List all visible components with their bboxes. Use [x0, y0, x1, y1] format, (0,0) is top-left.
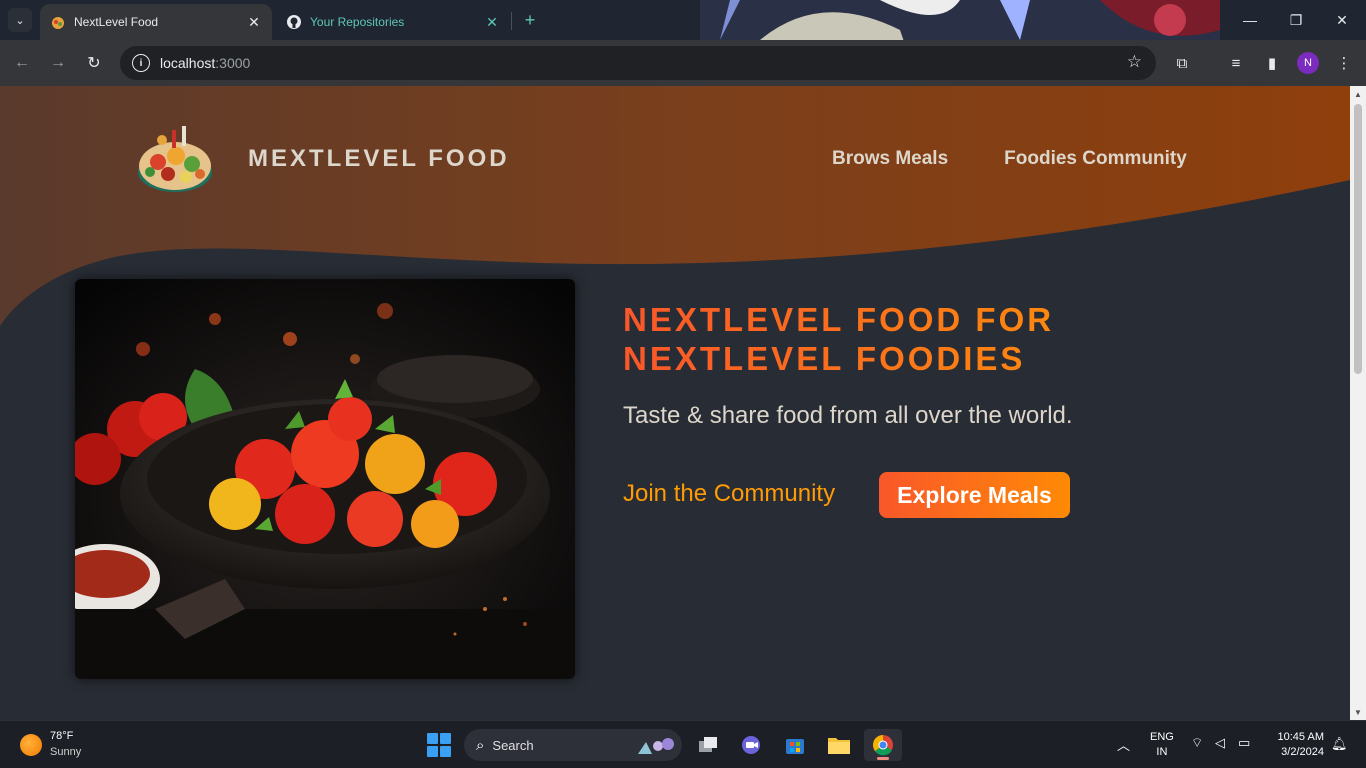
scroll-down-arrow-icon[interactable]: ▼	[1350, 704, 1366, 720]
search-icon: ⌕	[476, 736, 485, 754]
volume-icon[interactable]: ◁	[1215, 735, 1225, 751]
main-nav: Brows Meals Foodies Community	[832, 148, 1187, 170]
file-explorer-icon[interactable]	[820, 729, 858, 761]
menu-kebab-icon[interactable]: ⋮	[1332, 51, 1356, 75]
microsoft-store-icon[interactable]	[776, 729, 814, 761]
tomato-salad-illustration	[75, 279, 575, 679]
nav-link-foodies-community[interactable]: Foodies Community	[1004, 148, 1187, 170]
clock-date: 3/2/2024	[1281, 746, 1324, 758]
browser-toolbar: ← → ↻ i localhost:3000 ☆ ⧉ ≡ ▮ N ⋮	[0, 40, 1366, 86]
clock-time: 10:45 AM	[1277, 731, 1324, 743]
active-app-indicator	[877, 757, 889, 760]
hero-food-image	[75, 279, 575, 679]
logo-text: MEXTLEVEL FOOD	[248, 145, 510, 172]
url-host: localhost	[160, 55, 216, 71]
notification-bell-icon[interactable]: 🔔︎	[1331, 736, 1348, 752]
lang-code: ENG	[1150, 731, 1174, 743]
close-icon[interactable]: ✕	[484, 14, 500, 30]
battery-icon[interactable]: ▭	[1238, 735, 1250, 751]
tab-nextlevel-food[interactable]: NextLevel Food ✕	[40, 4, 272, 40]
tab-title: Your Repositories	[310, 15, 405, 29]
meal-favicon-icon	[52, 17, 64, 29]
windows-start-icon[interactable]	[427, 733, 451, 757]
lang-region: IN	[1156, 746, 1168, 758]
food-platter-logo	[138, 126, 212, 192]
extensions-puzzle-icon[interactable]: ⧉	[1170, 51, 1194, 75]
bookmark-star-icon[interactable]: ☆	[1127, 52, 1142, 72]
tab-title: NextLevel Food	[74, 15, 159, 29]
url-text[interactable]: localhost:3000	[160, 55, 250, 71]
back-arrow-icon[interactable]: ←	[10, 51, 34, 75]
new-tab-button[interactable]: +	[518, 8, 542, 32]
close-window-button[interactable]: ✕	[1322, 6, 1362, 34]
page-scrollbar[interactable]: ▲ ▼	[1350, 86, 1366, 720]
site-info-icon[interactable]: i	[132, 54, 150, 72]
windows-taskbar: 78°F Sunny ⌕ Search ︿ ENG IN ⌔ ◁ ▭ 10:45…	[0, 720, 1366, 768]
tab-separator	[511, 12, 512, 30]
chrome-taskbar-icon[interactable]	[864, 729, 902, 761]
join-community-link[interactable]: Join the Community	[623, 480, 835, 508]
explore-meals-button[interactable]: Explore Meals	[879, 472, 1070, 518]
address-bar[interactable]: i localhost:3000 ☆	[120, 46, 1156, 80]
system-clock[interactable]: 10:45 AM 3/2/2024	[1268, 730, 1324, 760]
side-panel-icon[interactable]: ▮	[1260, 51, 1284, 75]
page-viewport: MEXTLEVEL FOOD Brows Meals Foodies Commu…	[0, 86, 1350, 720]
task-view-icon[interactable]	[689, 729, 727, 761]
browser-tabstrip: ⌄ NextLevel Food ✕ Your Repositories ✕ +…	[0, 0, 1366, 40]
tab-your-repositories[interactable]: Your Repositories ✕	[276, 4, 510, 40]
weather-temperature[interactable]: 78°F	[50, 730, 73, 742]
hero-title-line1: NEXTLEVEL FOOD FOR	[623, 301, 1055, 338]
profile-avatar[interactable]: N	[1297, 52, 1319, 74]
weather-condition[interactable]: Sunny	[50, 746, 81, 758]
tab-search-button[interactable]: ⌄	[8, 8, 32, 32]
restore-button[interactable]: ❐	[1276, 6, 1316, 34]
github-icon	[287, 15, 301, 29]
minimize-button[interactable]: —	[1230, 6, 1270, 34]
teams-chat-icon[interactable]	[732, 729, 770, 761]
scrollbar-thumb[interactable]	[1354, 104, 1362, 374]
url-port: :3000	[215, 55, 251, 71]
show-hidden-icons-chevron-icon[interactable]: ︿	[1117, 735, 1130, 754]
theme-artwork	[700, 0, 1220, 40]
hero-title-line2: NEXTLEVEL FOODIES	[623, 340, 1026, 377]
hero-title: NEXTLEVEL FOOD FOR NEXTLEVEL FOODIES	[623, 300, 1223, 378]
logo-link[interactable]: MEXTLEVEL FOOD	[136, 122, 510, 196]
close-icon[interactable]: ✕	[246, 14, 262, 30]
nav-link-browse-meals[interactable]: Brows Meals	[832, 148, 948, 170]
hero-subtitle: Taste & share food from all over the wor…	[623, 402, 1073, 429]
sun-weather-icon[interactable]	[20, 734, 42, 756]
taskbar-search-label: Search	[492, 737, 534, 753]
scroll-up-arrow-icon[interactable]: ▲	[1350, 86, 1366, 102]
search-highlight-icon	[638, 738, 674, 754]
wifi-icon[interactable]: ⌔	[1191, 735, 1203, 751]
media-queue-icon[interactable]: ≡	[1224, 51, 1248, 75]
language-indicator[interactable]: ENG IN	[1150, 730, 1174, 760]
forward-arrow-icon[interactable]: →	[46, 51, 70, 75]
taskbar-search-box[interactable]: ⌕ Search	[464, 729, 682, 761]
reload-icon[interactable]: ↻	[82, 51, 106, 75]
